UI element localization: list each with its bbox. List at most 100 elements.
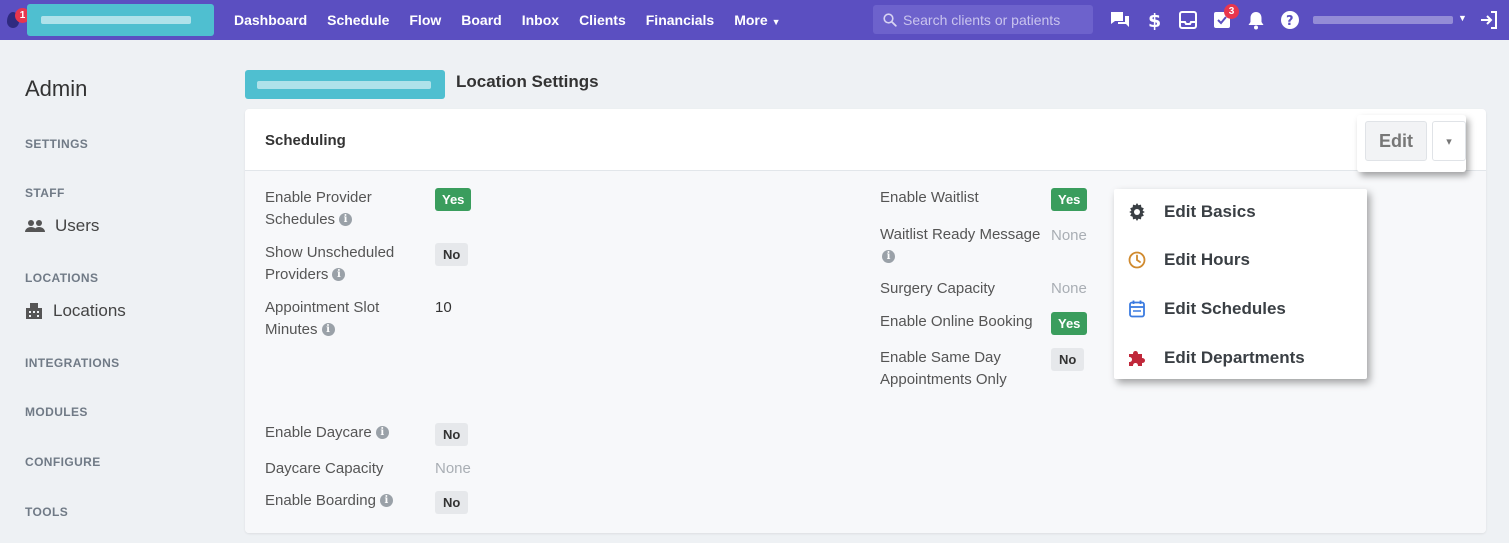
label-show-unscheduled-providers: Show Unscheduled Providers i	[265, 242, 394, 286]
svg-text:?: ?	[1286, 14, 1294, 29]
tasks-icon[interactable]: 3	[1211, 4, 1239, 31]
edit-dropdown-menu: Edit Basics Edit Hours Edit Schedules Ed…	[1114, 189, 1367, 379]
value-surgery-capacity: None	[1051, 280, 1087, 297]
dollar-icon[interactable]: $	[1143, 9, 1165, 31]
menu-item-edit-hours[interactable]: Edit Hours	[1114, 238, 1367, 282]
nav-flow[interactable]: Flow	[409, 12, 441, 28]
label-line-2: Schedules	[265, 211, 336, 228]
value-enable-waitlist: Yes	[1051, 188, 1088, 211]
svg-text:$: $	[1148, 10, 1161, 31]
label-line-1: Enable Provider	[265, 189, 372, 206]
top-navbar: 1 Dashboard Schedule Flow Board Inbox Cl…	[0, 0, 1509, 40]
value-enable-online-booking: Yes	[1051, 312, 1088, 335]
sidebar-title: Admin	[25, 76, 88, 101]
info-icon[interactable]: i	[375, 426, 389, 439]
label-line-2: Appointments Only	[880, 371, 1007, 388]
tasks-badge: 3	[1224, 4, 1239, 19]
gear-icon	[1126, 201, 1148, 223]
label-enable-provider-schedules: Enable Provider Schedules i	[265, 187, 372, 231]
menu-item-label: Edit Schedules	[1164, 299, 1286, 318]
nav-inbox[interactable]: Inbox	[522, 12, 559, 28]
label-line-1: Enable Same Day	[880, 349, 1001, 366]
label-line-1: Waitlist Ready Message	[880, 226, 1041, 243]
sidebar-section-integrations[interactable]: INTEGRATIONS	[25, 356, 120, 370]
sidebar-item-locations-label: Locations	[53, 301, 126, 320]
label-line-1: Appointment Slot	[265, 299, 380, 316]
chevron-down-icon: ▾	[1446, 135, 1452, 148]
nav-schedule[interactable]: Schedule	[327, 12, 389, 28]
sidebar-section-tools[interactable]: TOOLS	[25, 505, 68, 519]
location-name-pill	[245, 70, 445, 99]
menu-item-label: Edit Departments	[1164, 348, 1305, 367]
value-enable-provider-schedules: Yes	[435, 188, 472, 211]
label-surgery-capacity: Surgery Capacity	[880, 280, 996, 297]
label-enable-waitlist: Enable Waitlist	[880, 189, 979, 206]
sidebar-section-staff: STAFF	[25, 186, 65, 200]
logout-icon[interactable]	[1478, 9, 1500, 31]
value-enable-boarding: No	[435, 491, 469, 514]
calendar-icon	[1126, 298, 1148, 320]
search-input[interactable]	[903, 11, 1093, 28]
sidebar-item-users-label: Users	[55, 216, 100, 235]
info-icon[interactable]: i	[379, 494, 393, 507]
label-enable-daycare: Enable Daycare i	[265, 422, 389, 444]
inbox-tray-icon[interactable]	[1177, 9, 1199, 31]
sidebar-section-modules[interactable]: MODULES	[25, 405, 88, 419]
menu-item-edit-departments[interactable]: Edit Departments	[1114, 336, 1367, 380]
value-show-unscheduled-providers: No	[435, 243, 469, 266]
label-line-1: Enable Daycare	[265, 424, 372, 441]
help-icon[interactable]: ?	[1279, 9, 1301, 31]
edit-button[interactable]: Edit	[1365, 121, 1427, 161]
app-logo[interactable]: 1	[4, 8, 30, 32]
clock-icon	[1126, 249, 1148, 271]
menu-item-label: Edit Basics	[1164, 202, 1256, 221]
value-enable-same-day-appointments: No	[1051, 348, 1085, 371]
label-appointment-slot-minutes: Appointment Slot Minutes i	[265, 297, 379, 341]
value-waitlist-ready-message: None	[1051, 227, 1087, 244]
label-daycare-capacity: Daycare Capacity	[265, 460, 384, 477]
label-line-1: Show Unscheduled	[265, 244, 395, 261]
value-appointment-slot-minutes: 10	[435, 299, 452, 316]
admin-sidebar: Admin SETTINGS STAFF Users LOCATIONS Loc…	[0, 40, 230, 543]
menu-item-label: Edit Hours	[1164, 250, 1250, 269]
menu-item-edit-schedules[interactable]: Edit Schedules	[1114, 287, 1367, 331]
sidebar-section-locations: LOCATIONS	[25, 271, 99, 285]
info-icon[interactable]: i	[321, 323, 335, 336]
organization-selector[interactable]	[27, 4, 214, 36]
sidebar-item-locations[interactable]: Locations	[25, 301, 126, 321]
info-icon[interactable]: i	[882, 250, 895, 263]
sidebar-item-users[interactable]: Users	[25, 216, 99, 236]
info-icon[interactable]: i	[339, 213, 353, 226]
user-menu-chevron-icon[interactable]: ▼	[1458, 13, 1467, 23]
nav-dashboard[interactable]: Dashboard	[234, 12, 307, 28]
label-line-2: Providers	[265, 266, 329, 283]
label-line-2: Minutes	[265, 321, 318, 338]
sidebar-section-configure[interactable]: CONFIGURE	[25, 455, 101, 469]
label-enable-online-booking: Enable Online Booking	[880, 313, 1033, 330]
nav-financials[interactable]: Financials	[646, 12, 714, 28]
value-daycare-capacity: None	[435, 460, 471, 477]
edit-dropdown-toggle[interactable]: ▾	[1432, 121, 1466, 161]
bell-icon[interactable]	[1245, 9, 1267, 31]
value-enable-daycare: No	[435, 423, 469, 446]
sidebar-section-settings[interactable]: SETTINGS	[25, 137, 88, 151]
nav-more[interactable]: More ▼	[734, 12, 780, 28]
nav-board[interactable]: Board	[461, 12, 501, 28]
info-icon[interactable]: i	[332, 268, 346, 281]
building-icon	[26, 303, 42, 319]
card-header: Scheduling	[245, 109, 1486, 171]
edit-button-group: Edit ▾	[1357, 115, 1466, 172]
menu-item-edit-basics[interactable]: Edit Basics	[1114, 190, 1367, 234]
user-menu[interactable]	[1313, 12, 1468, 28]
label-waitlist-ready-message: Waitlist Ready Message i	[880, 224, 1040, 268]
nav-clients[interactable]: Clients	[579, 12, 626, 28]
search-icon	[883, 12, 897, 27]
card-title: Scheduling	[265, 132, 346, 149]
chat-icon[interactable]	[1109, 9, 1131, 31]
search-box	[873, 5, 1093, 34]
nav-more-label: More	[734, 12, 768, 28]
label-enable-same-day-appointments: Enable Same Day Appointments Only	[880, 347, 1007, 391]
puzzle-icon	[1126, 347, 1148, 369]
main-nav: Dashboard Schedule Flow Board Inbox Clie…	[234, 0, 801, 40]
label-line-1: Enable Boarding	[265, 492, 376, 509]
